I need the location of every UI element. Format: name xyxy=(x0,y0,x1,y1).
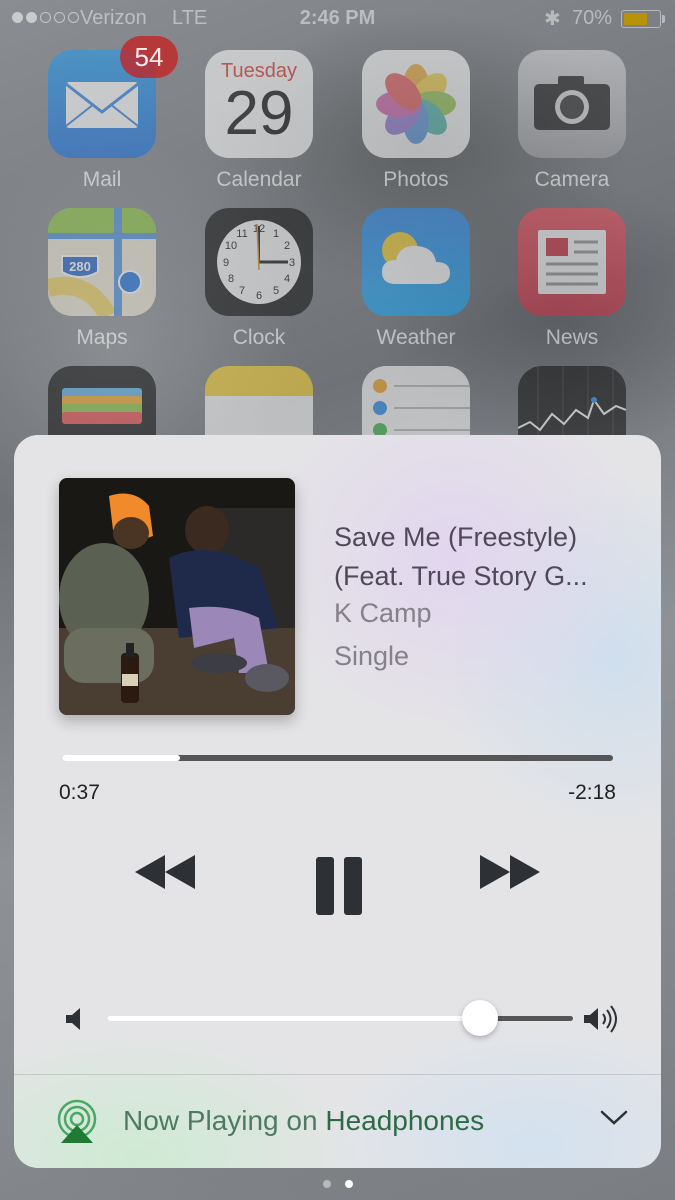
now-playing-card: Save Me (Freestyle) (Feat. True Story G.… xyxy=(14,435,661,1168)
app-label: Camera xyxy=(534,168,610,191)
app-label: Mail xyxy=(82,168,122,191)
song-title-line1: Save Me (Freestyle) xyxy=(334,522,578,552)
chevron-down-icon[interactable] xyxy=(600,1109,628,1132)
weather-icon xyxy=(362,208,470,316)
app-maps[interactable]: 280 Maps xyxy=(48,208,156,350)
page-indicator xyxy=(0,1180,675,1188)
fast-forward-button[interactable] xyxy=(480,855,540,889)
playback-scrubber[interactable] xyxy=(62,755,613,761)
fast-forward-icon xyxy=(480,855,540,889)
svg-text:10: 10 xyxy=(225,240,237,252)
volume-high-icon xyxy=(584,1005,620,1038)
page-dot[interactable] xyxy=(322,1180,331,1188)
page-dot-active[interactable] xyxy=(344,1180,353,1188)
app-photos[interactable]: Photos xyxy=(362,50,470,192)
remaining-time: -2:18 xyxy=(568,781,616,804)
mail-badge: 54 xyxy=(120,36,178,78)
app-label: Photos xyxy=(383,168,449,191)
volume-slider[interactable] xyxy=(107,1000,573,1036)
app-label: News xyxy=(545,326,599,349)
battery-percentage: 70% xyxy=(572,7,613,29)
app-mail[interactable]: 54 Mail xyxy=(48,36,178,192)
svg-text:6: 6 xyxy=(256,290,262,302)
svg-text:8: 8 xyxy=(228,273,234,285)
playback-progress xyxy=(62,755,181,761)
svg-text:4: 4 xyxy=(284,273,290,285)
app-label: Calendar xyxy=(216,168,302,191)
highway-sign-number: 280 xyxy=(69,259,91,274)
output-divider xyxy=(14,1074,661,1075)
app-weather[interactable]: Weather xyxy=(362,208,470,350)
calendar-day-number: 29 xyxy=(224,79,294,148)
song-title: Save Me (Freestyle) (Feat. True Story G.… xyxy=(334,518,634,596)
volume-level xyxy=(107,1016,480,1021)
status-bar: Verizon LTE 2:46 PM ✱ 70% xyxy=(0,0,675,38)
app-calendar[interactable]: Tuesday 29 Calendar xyxy=(205,50,313,192)
rewind-button[interactable] xyxy=(135,855,195,889)
rewind-icon xyxy=(135,855,195,889)
svg-text:1: 1 xyxy=(273,228,279,240)
svg-text:5: 5 xyxy=(273,285,279,297)
news-icon xyxy=(518,208,626,316)
maps-icon: 280 xyxy=(48,208,156,316)
app-label: Maps xyxy=(76,326,128,349)
airplay-icon xyxy=(57,1099,97,1148)
output-device-label[interactable]: Now Playing on Headphones xyxy=(123,1105,484,1137)
volume-slider-thumb[interactable] xyxy=(461,1000,498,1036)
album-artwork xyxy=(59,478,295,715)
elapsed-time: 0:37 xyxy=(59,781,100,804)
artist-name: K Camp xyxy=(334,598,432,628)
camera-icon xyxy=(518,50,626,158)
battery-icon xyxy=(621,10,661,28)
bluetooth-icon: ✱ xyxy=(544,8,561,30)
pause-button[interactable] xyxy=(316,857,362,915)
volume-low-icon xyxy=(66,1007,86,1036)
svg-text:11: 11 xyxy=(236,228,247,240)
album-name: Single xyxy=(334,641,410,671)
output-device-name: Headphones xyxy=(325,1105,485,1136)
svg-text:2: 2 xyxy=(284,240,290,252)
song-title-line2: (Feat. True Story G... xyxy=(334,561,588,591)
svg-text:3: 3 xyxy=(289,257,295,269)
svg-text:7: 7 xyxy=(239,285,245,297)
app-label: Clock xyxy=(232,326,286,349)
app-camera[interactable]: Camera xyxy=(518,50,626,192)
pause-icon xyxy=(316,857,362,915)
app-news[interactable]: News xyxy=(518,208,626,350)
clock-icon: 12123 4567 891011 xyxy=(205,208,313,316)
svg-text:9: 9 xyxy=(223,257,229,269)
app-label: Weather xyxy=(376,326,456,349)
app-clock[interactable]: 12123 4567 891011 Clock xyxy=(205,208,313,350)
output-prefix: Now Playing on xyxy=(123,1105,318,1136)
photos-icon xyxy=(362,50,470,158)
calendar-icon: Tuesday 29 xyxy=(205,50,313,158)
